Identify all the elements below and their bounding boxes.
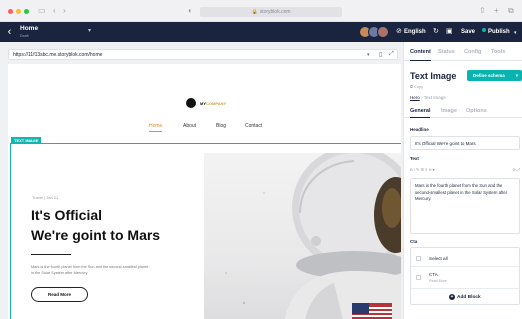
chevron-down-icon[interactable]: ▾ (367, 52, 370, 58)
cta-label: Cta (410, 239, 418, 244)
copy-link[interactable]: ⧉ Copy (410, 84, 423, 89)
nav-contact[interactable]: Contact (245, 123, 262, 129)
preview-url-bar[interactable]: https://11f13sbc.me.storyblok.com/home ▾… (8, 49, 398, 60)
define-schema-button[interactable]: Define schema ▾ (467, 70, 522, 81)
text-image-block[interactable]: TEXT IMAGE Travel | Jan 21 It's Official… (10, 137, 401, 319)
expand-icon[interactable]: ⊘ ⤢ (512, 167, 520, 172)
plus-icon: + (449, 294, 455, 300)
company-logo-icon (186, 98, 196, 108)
share-icon[interactable]: ⇧ (479, 6, 486, 16)
block-editor-panel: Content Status Config Tools Text Image D… (403, 42, 522, 319)
new-tab-icon[interactable]: + (494, 6, 499, 16)
cta-item-label[interactable]: CTA (429, 272, 438, 277)
back-icon[interactable]: ‹ (53, 6, 56, 16)
astronaut-illustration (225, 153, 401, 319)
shield-icon[interactable]: ◐ (188, 6, 193, 16)
body-text: Mars is the fourth planet from the Sun a… (31, 265, 149, 275)
headline-input[interactable]: It's Official We're goint to Mars (410, 136, 520, 150)
divider (411, 288, 519, 289)
tab-general[interactable]: General (410, 108, 431, 118)
expand-icon[interactable]: ⤢ (389, 51, 394, 58)
cta-item-checkbox[interactable] (416, 275, 421, 280)
address-text: storyblok.com (259, 9, 291, 15)
headline[interactable]: It's Official We're goint to Mars (31, 205, 211, 245)
company-logo-text: MYCOMPANY (200, 101, 227, 106)
headline-line-2: We're goint to Mars (31, 227, 161, 243)
chevron-down-icon: ▾ (515, 73, 518, 78)
back-arrow-icon[interactable]: ‹ (3, 25, 16, 39)
preview-url: https://11f13sbc.me.storyblok.com/home (13, 52, 103, 58)
select-all-checkbox[interactable] (416, 256, 421, 261)
save-button[interactable]: Save (461, 28, 475, 36)
publish-label: Publish (488, 29, 510, 35)
tab-options[interactable]: Options (466, 108, 487, 114)
close-window-button[interactable] (8, 9, 13, 14)
copy-label: Copy (413, 84, 424, 89)
tab-image[interactable]: Image (441, 108, 457, 114)
comment-icon[interactable]: ▣ (446, 27, 453, 36)
maximize-window-button[interactable] (24, 9, 29, 14)
publish-dropdown-icon[interactable]: ▾ (514, 29, 517, 38)
panel-tabs: Content Status Config Tools (404, 42, 522, 61)
headline-line-1: It's Official (31, 207, 103, 223)
browser-chrome: ▭ ‹ › ◐ 🔒 storyblok.com ⇧ + ⧉ (0, 0, 522, 22)
app-header: ‹ Home Draft ▾ ⊘ English ↻ ▣ Save Publis… (0, 22, 522, 42)
page-preview: MYCOMPANY Home About Blog Contact TEXT I… (8, 64, 401, 319)
history-icon[interactable]: ↻ (433, 27, 439, 36)
breadcrumb-link[interactable]: Hero (410, 95, 420, 100)
lock-icon: 🔒 (251, 9, 258, 15)
nav-about[interactable]: About (183, 123, 196, 129)
tab-tools[interactable]: Tools (491, 49, 505, 55)
avatar[interactable] (377, 26, 389, 38)
field-tabs: General Image Options (404, 104, 522, 118)
add-block-label: Add Block (457, 295, 481, 300)
status-dot-icon (482, 28, 486, 32)
define-schema-label: Define schema (473, 73, 505, 78)
divider (411, 266, 519, 267)
sidebar-icon[interactable]: ▭ (38, 6, 46, 16)
divider (31, 254, 71, 255)
visual-editor: https://11f13sbc.me.storyblok.com/home ▾… (0, 42, 403, 319)
publish-button[interactable]: Publish (482, 28, 510, 36)
nav-blog[interactable]: Blog (216, 123, 226, 129)
block-title: Text Image (410, 71, 457, 81)
globe-icon: ⊘ (396, 28, 402, 35)
post-meta: Travel | Jan 21 (32, 195, 59, 200)
device-icon[interactable]: ▯ (379, 51, 382, 58)
breadcrumb-current: Text Image (423, 95, 446, 100)
chevron-down-icon[interactable]: ▾ (88, 27, 91, 34)
select-all-label: Select all (429, 256, 448, 261)
nav-home[interactable]: Home (149, 123, 163, 132)
language-switcher[interactable]: English (404, 28, 426, 36)
read-more-button[interactable]: Read More (31, 287, 88, 302)
story-status: Draft (20, 33, 29, 38)
cta-blocks-list: Select all CTA Read More + Add Block (410, 247, 520, 305)
block-tag: TEXT IMAGE (11, 137, 42, 144)
minimize-window-button[interactable] (16, 9, 21, 14)
story-title: Home (20, 25, 39, 32)
address-bar[interactable]: 🔒 storyblok.com (200, 7, 342, 17)
text-label: Text (410, 156, 419, 161)
richtext-toolbar[interactable]: B I ✎ ☰ ≡ H ▾ ⊘ ⤢ (410, 167, 520, 176)
breadcrumb: Hero › Text Image (410, 95, 446, 100)
astronaut-image[interactable] (204, 153, 401, 319)
tab-status[interactable]: Status (438, 49, 455, 55)
add-block-button[interactable]: + Add Block (449, 294, 481, 300)
forward-icon[interactable]: › (63, 6, 66, 16)
tab-config[interactable]: Config (464, 49, 481, 55)
tab-content[interactable]: Content (410, 49, 431, 61)
tabs-icon[interactable]: ⧉ (508, 6, 514, 16)
toolbar-buttons[interactable]: B I ✎ ☰ ≡ H ▾ (410, 167, 435, 172)
collaborator-avatars (359, 26, 389, 38)
headline-label: Headline (410, 127, 429, 132)
text-editor[interactable]: Mars is the fourth planet from the Sun a… (410, 178, 520, 234)
cta-item-sub: Read More (429, 279, 447, 283)
